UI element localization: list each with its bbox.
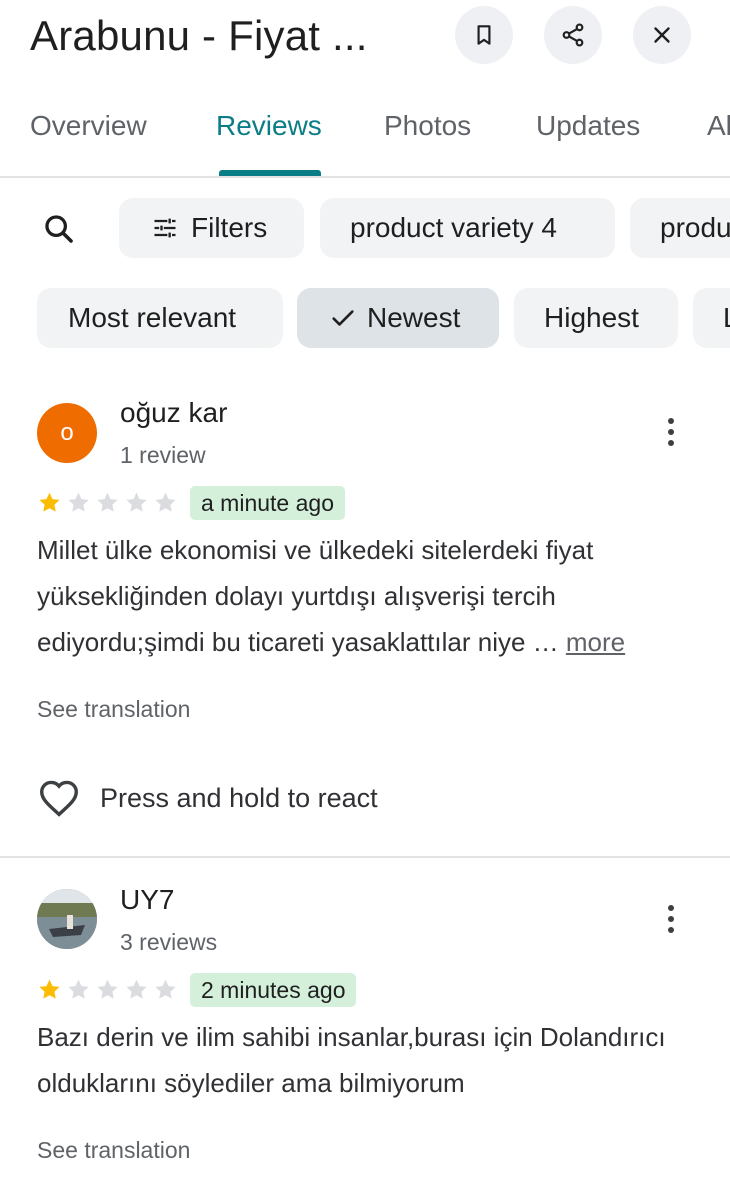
avatar[interactable]: o [37, 403, 97, 463]
tab-photos[interactable]: Photos [384, 110, 471, 142]
star-rating [37, 977, 178, 1002]
tab-about[interactable]: Al [707, 110, 730, 142]
more-vert-dot [668, 916, 674, 922]
place-header: Arabunu - Fiyat ... [0, 0, 730, 80]
reviewer-review-count: 1 review [120, 442, 206, 468]
topic-chip-label: product variety 4 [350, 212, 557, 243]
more-link[interactable]: more [566, 627, 625, 657]
sort-label: Most relevant [68, 302, 237, 333]
star-empty-icon [155, 492, 176, 512]
tab-bar: Overview Reviews Photos Updates Al [0, 96, 730, 178]
tab-overview[interactable]: Overview [30, 110, 147, 142]
review-options-button[interactable] [656, 899, 686, 939]
topic-chip-product-variety[interactable]: product variety 4 [320, 198, 615, 258]
review-text: Bazı derin ve ilim sahibi insanlar,buras… [37, 1022, 666, 1098]
filters-label: Filters [191, 212, 268, 243]
tab-reviews[interactable]: Reviews [216, 110, 322, 142]
search-reviews-button[interactable] [38, 208, 80, 250]
star-empty-icon [68, 492, 89, 512]
more-vert-icon [668, 418, 674, 424]
sort-newest[interactable]: Newest [297, 288, 499, 348]
share-icon [562, 23, 584, 47]
tab-updates[interactable]: Updates [536, 110, 640, 142]
topic-chip-label: produ [660, 212, 730, 243]
tune-icon [154, 218, 176, 238]
place-title: Arabunu - Fiyat ... [30, 12, 368, 59]
share-button[interactable] [544, 6, 602, 64]
check-icon [332, 310, 354, 326]
star-empty-icon [68, 979, 89, 999]
star-empty-icon [97, 492, 118, 512]
reviewer-review-count: 3 reviews [120, 929, 218, 955]
see-translation-link[interactable]: See translation [37, 696, 190, 723]
star-filled-icon [39, 492, 60, 512]
filter-bar: Filters product variety 4 produ [0, 198, 730, 258]
review-text: Millet ülke ekonomisi ve ülkedeki sitele… [37, 527, 717, 665]
review-options-button[interactable] [656, 412, 686, 452]
topic-chip-product[interactable]: produ [630, 198, 730, 258]
see-translation-link[interactable]: See translation [37, 1137, 190, 1164]
sort-bar: Most relevant Newest Highest L [0, 288, 730, 348]
sort-most-relevant[interactable]: Most relevant [37, 288, 283, 348]
close-button[interactable] [633, 6, 691, 64]
avatar-letter: o [60, 419, 74, 446]
more-vert-dot [668, 429, 674, 435]
more-vert-icon [668, 905, 674, 911]
more-vert-dot [668, 440, 674, 446]
reviewer-name[interactable]: oğuz kar [120, 397, 227, 429]
active-tab-indicator [219, 170, 321, 176]
bookmark-icon [477, 25, 491, 45]
react-button[interactable]: Press and hold to react [38, 779, 378, 817]
close-icon [654, 27, 670, 43]
star-empty-icon [126, 979, 147, 999]
react-label: Press and hold to react [100, 782, 378, 813]
avatar-photo [37, 889, 97, 949]
more-vert-dot [668, 927, 674, 933]
review-time: a minute ago [190, 486, 345, 520]
star-rating [37, 490, 178, 515]
sort-label: L [723, 302, 730, 334]
review-divider [0, 856, 730, 858]
sort-label: Newest [367, 302, 461, 333]
star-empty-icon [97, 979, 118, 999]
heart-icon [39, 780, 79, 817]
star-empty-icon [126, 492, 147, 512]
star-empty-icon [155, 979, 176, 999]
reviewer-name[interactable]: UY7 [120, 884, 174, 916]
star-filled-icon [39, 979, 60, 999]
review-text-body: Millet ülke ekonomisi ve ülkedeki sitele… [37, 535, 594, 657]
filters-chip[interactable]: Filters [119, 198, 304, 258]
avatar[interactable] [37, 889, 97, 949]
sort-lowest[interactable]: L [693, 288, 730, 348]
sort-highest[interactable]: Highest [514, 288, 678, 348]
sort-label: Highest [544, 302, 639, 333]
search-icon [45, 215, 73, 243]
review-time: 2 minutes ago [190, 973, 357, 1007]
save-button[interactable] [455, 6, 513, 64]
